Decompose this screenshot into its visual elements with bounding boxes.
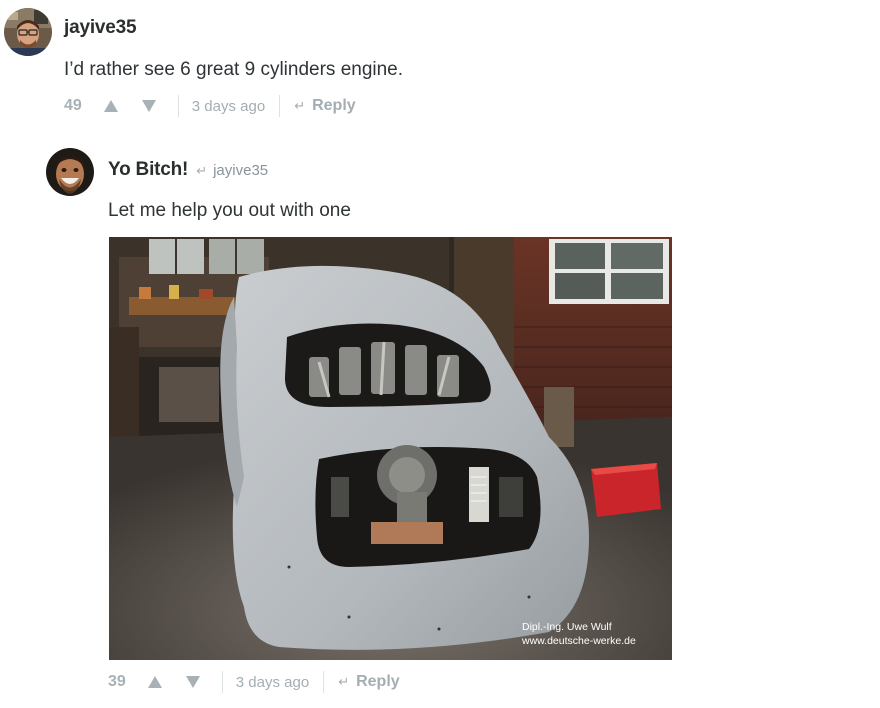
downvote-icon[interactable] — [141, 100, 156, 112]
author-name[interactable]: Yo Bitch! — [108, 159, 188, 181]
reply-button[interactable]: ↵ Reply — [338, 673, 399, 691]
in-reply-to-username: jayive35 — [213, 162, 269, 179]
author-name[interactable]: jayive35 — [64, 17, 137, 39]
footer-divider — [279, 95, 281, 117]
footer-divider — [221, 671, 223, 693]
downvote-icon[interactable] — [185, 676, 200, 688]
comment-header: jayive35 — [64, 17, 137, 39]
reply-arrow-icon: ↵ — [338, 674, 350, 689]
vote-count: 39 — [108, 673, 126, 690]
reply-button[interactable]: ↵ Reply — [294, 97, 355, 115]
upvote-icon[interactable] — [147, 676, 162, 688]
image-watermark-line1: Dipl.-Ing. Uwe Wulf — [522, 621, 612, 633]
reply-label: Reply — [356, 673, 400, 690]
reply-label: Reply — [312, 97, 356, 114]
timestamp-link[interactable]: 3 days ago — [236, 674, 309, 691]
attached-image[interactable]: Dipl.-Ing. Uwe Wulf www.deutsche-werke.d… — [109, 237, 672, 660]
in-reply-to-arrow-icon: ↵ — [196, 163, 208, 178]
in-reply-to-link[interactable]: ↵ jayive35 — [196, 162, 268, 179]
image-watermark-line2: www.deutsche-werke.de — [521, 635, 636, 647]
footer-divider — [323, 671, 325, 693]
avatar[interactable] — [46, 148, 94, 196]
avatar[interactable] — [4, 8, 52, 56]
comment-footer: 39 3 days ago ↵ Reply — [108, 670, 400, 694]
comment-footer: 49 3 days ago ↵ Reply — [64, 94, 356, 118]
reply-arrow-icon: ↵ — [294, 98, 306, 113]
timestamp-link[interactable]: 3 days ago — [192, 98, 265, 115]
upvote-icon[interactable] — [103, 100, 118, 112]
vote-count: 49 — [64, 97, 82, 114]
footer-divider — [177, 95, 179, 117]
comment-text: I’d rather see 6 great 9 cylinders engin… — [64, 59, 404, 80]
comment-header: Yo Bitch! ↵ jayive35 — [108, 159, 268, 181]
comment-text: Let me help you out with one — [108, 200, 351, 221]
